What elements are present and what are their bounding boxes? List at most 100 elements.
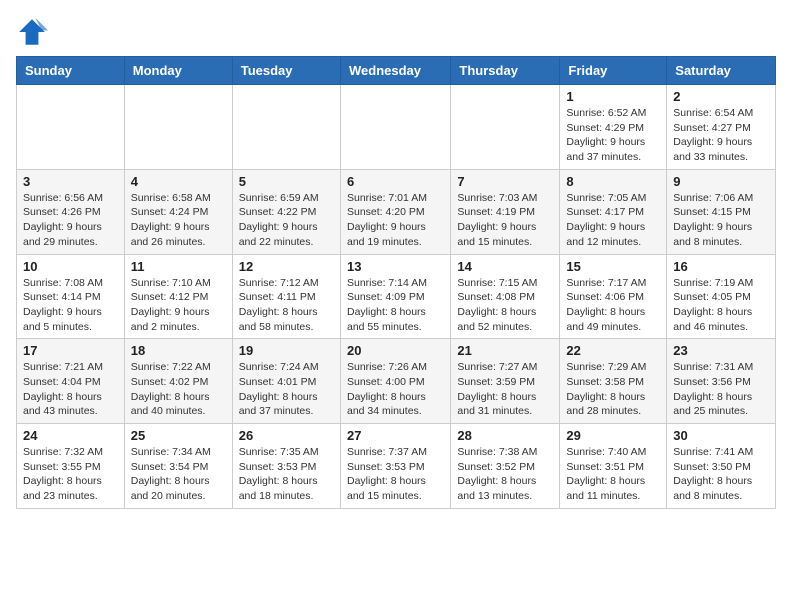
day-number: 6	[347, 174, 444, 189]
day-info: Sunrise: 7:34 AM Sunset: 3:54 PM Dayligh…	[131, 445, 226, 504]
calendar-cell: 10 Sunrise: 7:08 AM Sunset: 4:14 PM Dayli…	[17, 254, 125, 339]
day-info: Sunrise: 7:27 AM Sunset: 3:59 PM Dayligh…	[457, 360, 553, 419]
day-number: 24	[23, 428, 118, 443]
day-number: 8	[566, 174, 660, 189]
day-info: Sunrise: 6:59 AM Sunset: 4:22 PM Dayligh…	[239, 191, 334, 250]
calendar-cell: 27Sunrise: 7:37 AM Sunset: 3:53 PM Dayli…	[340, 424, 450, 509]
day-info: Sunrise: 7:15 AM Sunset: 4:08 PM Dayligh…	[457, 276, 553, 335]
day-number: 17	[23, 343, 118, 358]
day-number: 3	[23, 174, 118, 189]
day-number: 15	[566, 259, 660, 274]
col-header-tuesday: Tuesday	[232, 57, 340, 85]
day-number: 25	[131, 428, 226, 443]
page-header	[16, 16, 776, 48]
calendar-cell: 9 Sunrise: 7:06 AM Sunset: 4:15 PM Daylig…	[667, 169, 776, 254]
day-info: Sunrise: 7:21 AM Sunset: 4:04 PM Dayligh…	[23, 360, 118, 419]
week-row-3: 10 Sunrise: 7:08 AM Sunset: 4:14 PM Dayli…	[17, 254, 776, 339]
day-number: 4	[131, 174, 226, 189]
calendar-cell: 4 Sunrise: 6:58 AM Sunset: 4:24 PM Daylig…	[124, 169, 232, 254]
col-header-friday: Friday	[560, 57, 667, 85]
calendar-cell: 14 Sunrise: 7:15 AM Sunset: 4:08 PM Dayli…	[451, 254, 560, 339]
calendar-cell: 16 Sunrise: 7:19 AM Sunset: 4:05 PM Dayli…	[667, 254, 776, 339]
calendar-cell: 5Sunrise: 6:59 AM Sunset: 4:22 PM Daylig…	[232, 169, 340, 254]
day-info: Sunrise: 7:35 AM Sunset: 3:53 PM Dayligh…	[239, 445, 334, 504]
day-info: Sunrise: 6:54 AM Sunset: 4:27 PM Dayligh…	[673, 106, 769, 165]
day-info: Sunrise: 7:31 AM Sunset: 3:56 PM Dayligh…	[673, 360, 769, 419]
day-number: 7	[457, 174, 553, 189]
day-number: 29	[566, 428, 660, 443]
logo-icon	[16, 16, 48, 48]
day-info: Sunrise: 7:08 AM Sunset: 4:14 PM Dayligh…	[23, 276, 118, 335]
col-header-thursday: Thursday	[451, 57, 560, 85]
day-info: Sunrise: 7:24 AM Sunset: 4:01 PM Dayligh…	[239, 360, 334, 419]
day-info: Sunrise: 7:10 AM Sunset: 4:12 PM Dayligh…	[131, 276, 226, 335]
calendar-cell	[451, 85, 560, 170]
calendar-cell: 17 Sunrise: 7:21 AM Sunset: 4:04 PM Dayli…	[17, 339, 125, 424]
day-number: 13	[347, 259, 444, 274]
day-number: 14	[457, 259, 553, 274]
day-number: 10	[23, 259, 118, 274]
calendar-cell	[340, 85, 450, 170]
calendar-cell: 26 Sunrise: 7:35 AM Sunset: 3:53 PM Dayli…	[232, 424, 340, 509]
day-info: Sunrise: 7:32 AM Sunset: 3:55 PM Dayligh…	[23, 445, 118, 504]
day-number: 16	[673, 259, 769, 274]
day-number: 12	[239, 259, 334, 274]
day-info: Sunrise: 7:03 AM Sunset: 4:19 PM Dayligh…	[457, 191, 553, 250]
day-info: Sunrise: 7:41 AM Sunset: 3:50 PM Dayligh…	[673, 445, 769, 504]
col-header-sunday: Sunday	[17, 57, 125, 85]
day-info: Sunrise: 7:14 AM Sunset: 4:09 PM Dayligh…	[347, 276, 444, 335]
day-number: 20	[347, 343, 444, 358]
day-number: 11	[131, 259, 226, 274]
day-info: Sunrise: 6:52 AM Sunset: 4:29 PM Dayligh…	[566, 106, 660, 165]
day-number: 9	[673, 174, 769, 189]
calendar-cell: 18Sunrise: 7:22 AM Sunset: 4:02 PM Dayli…	[124, 339, 232, 424]
day-info: Sunrise: 7:22 AM Sunset: 4:02 PM Dayligh…	[131, 360, 226, 419]
calendar-cell: 23 Sunrise: 7:31 AM Sunset: 3:56 PM Dayli…	[667, 339, 776, 424]
calendar-cell	[232, 85, 340, 170]
col-header-wednesday: Wednesday	[340, 57, 450, 85]
calendar-cell: 21 Sunrise: 7:27 AM Sunset: 3:59 PM Dayli…	[451, 339, 560, 424]
calendar-cell: 28Sunrise: 7:38 AM Sunset: 3:52 PM Dayli…	[451, 424, 560, 509]
calendar-cell: 19 Sunrise: 7:24 AM Sunset: 4:01 PM Dayli…	[232, 339, 340, 424]
calendar-cell	[17, 85, 125, 170]
calendar-cell: 15 Sunrise: 7:17 AM Sunset: 4:06 PM Dayli…	[560, 254, 667, 339]
calendar-cell	[124, 85, 232, 170]
calendar-header-row: SundayMondayTuesdayWednesdayThursdayFrid…	[17, 57, 776, 85]
day-info: Sunrise: 7:05 AM Sunset: 4:17 PM Dayligh…	[566, 191, 660, 250]
col-header-monday: Monday	[124, 57, 232, 85]
day-info: Sunrise: 7:40 AM Sunset: 3:51 PM Dayligh…	[566, 445, 660, 504]
day-info: Sunrise: 7:26 AM Sunset: 4:00 PM Dayligh…	[347, 360, 444, 419]
calendar-cell: 22Sunrise: 7:29 AM Sunset: 3:58 PM Dayli…	[560, 339, 667, 424]
calendar-cell: 20 Sunrise: 7:26 AM Sunset: 4:00 PM Dayli…	[340, 339, 450, 424]
week-row-5: 24 Sunrise: 7:32 AM Sunset: 3:55 PM Dayli…	[17, 424, 776, 509]
calendar-cell: 7 Sunrise: 7:03 AM Sunset: 4:19 PM Daylig…	[451, 169, 560, 254]
day-info: Sunrise: 7:19 AM Sunset: 4:05 PM Dayligh…	[673, 276, 769, 335]
col-header-saturday: Saturday	[667, 57, 776, 85]
week-row-2: 3Sunrise: 6:56 AM Sunset: 4:26 PM Daylig…	[17, 169, 776, 254]
calendar-cell: 2 Sunrise: 6:54 AM Sunset: 4:27 PM Daylig…	[667, 85, 776, 170]
day-number: 19	[239, 343, 334, 358]
day-number: 21	[457, 343, 553, 358]
calendar-cell: 6 Sunrise: 7:01 AM Sunset: 4:20 PM Daylig…	[340, 169, 450, 254]
logo	[16, 16, 52, 48]
day-number: 2	[673, 89, 769, 104]
week-row-4: 17 Sunrise: 7:21 AM Sunset: 4:04 PM Dayli…	[17, 339, 776, 424]
day-number: 30	[673, 428, 769, 443]
day-info: Sunrise: 7:06 AM Sunset: 4:15 PM Dayligh…	[673, 191, 769, 250]
day-info: Sunrise: 7:17 AM Sunset: 4:06 PM Dayligh…	[566, 276, 660, 335]
calendar-cell: 11 Sunrise: 7:10 AM Sunset: 4:12 PM Dayli…	[124, 254, 232, 339]
day-number: 26	[239, 428, 334, 443]
day-info: Sunrise: 7:29 AM Sunset: 3:58 PM Dayligh…	[566, 360, 660, 419]
calendar-cell: 24 Sunrise: 7:32 AM Sunset: 3:55 PM Dayli…	[17, 424, 125, 509]
day-info: Sunrise: 7:01 AM Sunset: 4:20 PM Dayligh…	[347, 191, 444, 250]
day-number: 23	[673, 343, 769, 358]
day-info: Sunrise: 6:58 AM Sunset: 4:24 PM Dayligh…	[131, 191, 226, 250]
calendar-cell: 3Sunrise: 6:56 AM Sunset: 4:26 PM Daylig…	[17, 169, 125, 254]
calendar-cell: 8 Sunrise: 7:05 AM Sunset: 4:17 PM Daylig…	[560, 169, 667, 254]
day-number: 28	[457, 428, 553, 443]
calendar-cell: 29 Sunrise: 7:40 AM Sunset: 3:51 PM Dayli…	[560, 424, 667, 509]
day-number: 1	[566, 89, 660, 104]
calendar-cell: 25 Sunrise: 7:34 AM Sunset: 3:54 PM Dayli…	[124, 424, 232, 509]
calendar-cell: 12Sunrise: 7:12 AM Sunset: 4:11 PM Dayli…	[232, 254, 340, 339]
day-number: 27	[347, 428, 444, 443]
